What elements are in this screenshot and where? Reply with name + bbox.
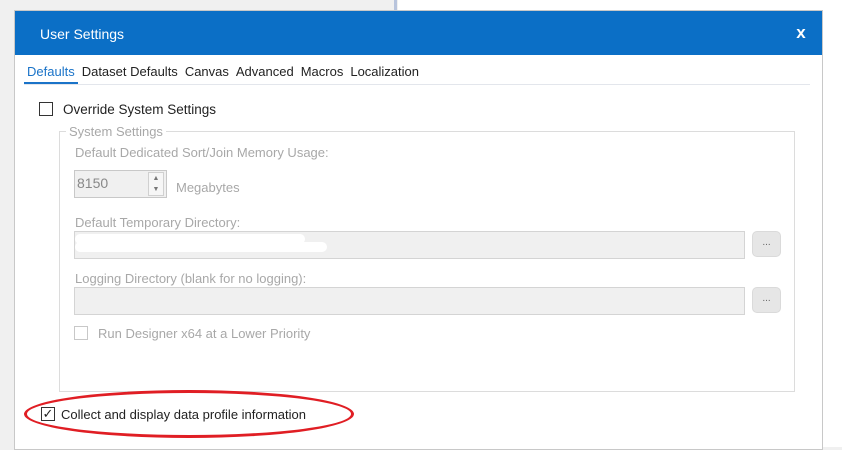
override-system-settings-label: Override System Settings	[63, 102, 217, 117]
override-system-settings-checkbox[interactable]	[39, 102, 53, 116]
background-divider	[394, 0, 397, 10]
system-settings-group: System Settings	[59, 124, 795, 392]
tab-canvas[interactable]: Canvas	[182, 63, 232, 84]
temp-directory-input[interactable]	[74, 231, 745, 259]
tab-macros[interactable]: Macros	[298, 63, 347, 84]
tab-dataset-defaults[interactable]: Dataset Defaults	[79, 63, 181, 84]
redacted-path	[75, 242, 327, 252]
title-bar[interactable]: User Settings x	[15, 11, 822, 55]
tab-localization[interactable]: Localization	[347, 63, 422, 84]
dialog-title: User Settings	[40, 26, 125, 42]
user-settings-dialog: User Settings x Defaults Dataset Default…	[14, 10, 823, 450]
lower-priority-checkbox[interactable]	[74, 326, 88, 340]
temp-directory-browse-button[interactable]: ...	[752, 231, 781, 257]
chevron-up-icon[interactable]: ▲	[149, 173, 163, 184]
logging-directory-input[interactable]	[74, 287, 745, 315]
memory-usage-stepper[interactable]: 8150 ▲ ▼	[74, 170, 167, 198]
system-settings-legend: System Settings	[66, 124, 166, 139]
stepper-arrows[interactable]: ▲ ▼	[148, 172, 164, 196]
lower-priority-label: Run Designer x64 at a Lower Priority	[98, 326, 311, 341]
tab-advanced[interactable]: Advanced	[233, 63, 297, 84]
chevron-down-icon[interactable]: ▼	[149, 184, 163, 195]
memory-usage-value: 8150	[77, 175, 109, 191]
logging-directory-label: Logging Directory (blank for no logging)…	[75, 271, 307, 286]
temp-directory-label: Default Temporary Directory:	[75, 215, 241, 230]
highlight-ellipse-annotation	[24, 390, 354, 438]
logging-directory-browse-button[interactable]: ...	[752, 287, 781, 313]
memory-unit-label: Megabytes	[176, 180, 240, 195]
tab-defaults[interactable]: Defaults	[24, 63, 78, 84]
tab-bar: Defaults Dataset Defaults Canvas Advance…	[24, 63, 810, 85]
memory-usage-label: Default Dedicated Sort/Join Memory Usage…	[75, 145, 329, 160]
close-button[interactable]: x	[780, 11, 822, 55]
